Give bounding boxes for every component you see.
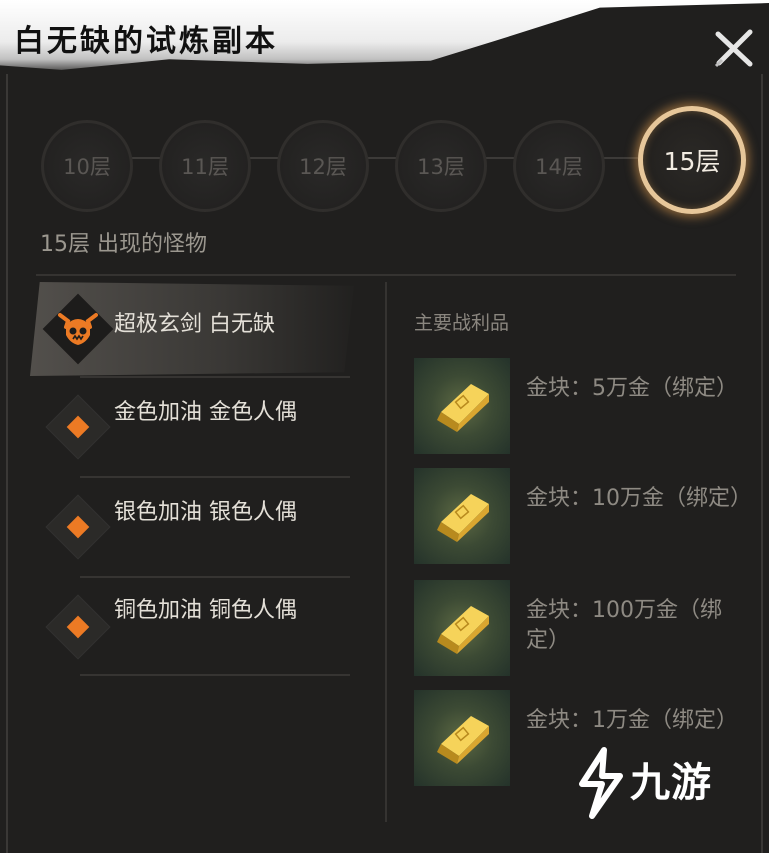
- divider: [36, 274, 736, 276]
- loot-item[interactable]: 金块：10万金（绑定）: [414, 468, 752, 564]
- floor-selector: 10层 11层 12层 13层 14层 15层: [30, 98, 746, 220]
- diamond-marker-icon: [66, 415, 90, 439]
- watermark-text: 九游: [630, 760, 712, 806]
- monster-section-title: 15层 出现的怪物: [40, 232, 207, 257]
- loot-section-title: 主要战利品: [414, 312, 510, 334]
- floor-12-button[interactable]: 12层: [277, 120, 369, 212]
- monster-name: 铜色加油 铜色人偶: [114, 598, 297, 623]
- boss-skull-icon: [58, 313, 98, 345]
- loot-item[interactable]: 金块：100万金（绑定）: [414, 580, 744, 676]
- loot-label: 金块：5万金（绑定）: [526, 376, 738, 401]
- monster-name: 银色加油 银色人偶: [114, 500, 297, 525]
- row-divider: [80, 674, 350, 676]
- gold-bar-icon: [437, 494, 489, 542]
- jiuyou-logo-icon: [579, 747, 623, 819]
- floor-10-button[interactable]: 10层: [41, 120, 133, 212]
- monster-icon: [45, 594, 111, 660]
- floor-13-button[interactable]: 13层: [395, 120, 487, 212]
- floor-15-button[interactable]: 15层: [638, 106, 746, 214]
- monster-icon: [45, 494, 111, 560]
- monster-item-silver[interactable]: 银色加油 银色人偶: [30, 480, 354, 574]
- loot-icon-frame: [414, 580, 510, 676]
- monster-name: 金色加油 金色人偶: [114, 400, 297, 425]
- monster-item-bronze[interactable]: 铜色加油 铜色人偶: [30, 580, 354, 674]
- loot-icon-frame: [414, 468, 510, 564]
- row-divider: [80, 476, 350, 478]
- floor-14-button[interactable]: 14层: [513, 120, 605, 212]
- row-divider: [80, 576, 350, 578]
- loot-item[interactable]: 金块：5万金（绑定）: [414, 358, 744, 454]
- monster-icon: [45, 394, 111, 460]
- close-icon: [714, 29, 753, 68]
- loot-label: 金块：1万金（绑定）: [526, 708, 738, 733]
- loot-label: 金块：100万金（绑定）: [526, 598, 722, 653]
- window-title: 白无缺的试炼副本: [14, 24, 278, 59]
- loot-icon-frame: [414, 690, 510, 786]
- diamond-marker-icon: [66, 615, 90, 639]
- close-button[interactable]: [712, 26, 756, 70]
- column-divider: [385, 282, 387, 822]
- gold-bar-icon: [437, 384, 489, 432]
- monster-item-boss[interactable]: 超极玄剑 白无缺: [30, 282, 354, 376]
- loot-icon-frame: [414, 358, 510, 454]
- loot-label: 金块：10万金（绑定）: [526, 486, 752, 511]
- monster-name: 超极玄剑 白无缺: [114, 312, 275, 337]
- gold-bar-icon: [437, 716, 489, 764]
- watermark: 九游: [574, 746, 744, 826]
- row-divider: [80, 376, 350, 378]
- diamond-marker-icon: [66, 515, 90, 539]
- gold-bar-icon: [437, 606, 489, 654]
- monster-icon: [42, 293, 114, 365]
- monster-item-gold[interactable]: 金色加油 金色人偶: [30, 380, 354, 474]
- floor-11-button[interactable]: 11层: [159, 120, 251, 212]
